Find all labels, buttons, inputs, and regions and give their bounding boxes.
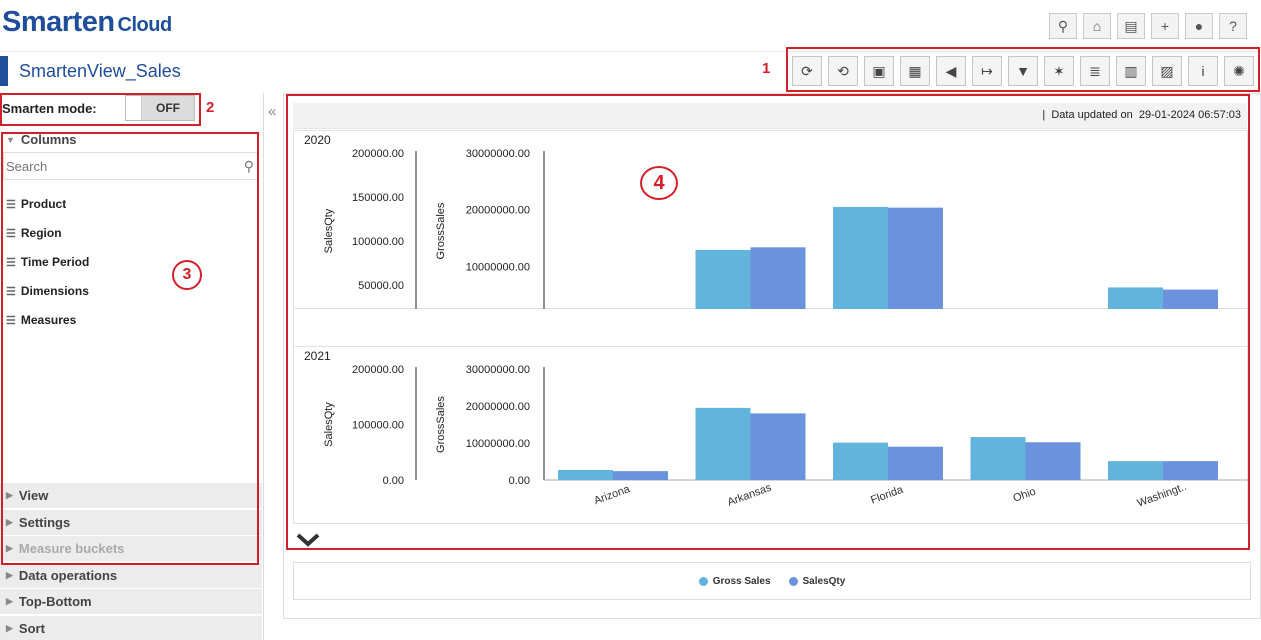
page-title: SmartenView_Sales [19, 60, 181, 81]
logo-text: Smarten [2, 6, 115, 38]
newspaper-icon[interactable]: ▥ [1116, 56, 1146, 86]
home-icon[interactable]: ⌂ [1083, 13, 1111, 39]
chart-highlight [286, 94, 1250, 550]
view-titlebar: SmartenView_Sales [0, 55, 181, 87]
view-toolbar: ⟳ ⟲ ▣ ▦ ◀ ↦ ▼ ✶ ≣ ▥ ▨ i ✺ [792, 56, 1254, 86]
refresh-icon[interactable]: ⟳ [792, 56, 822, 86]
save-icon[interactable]: ▣ [864, 56, 894, 86]
magic-wand-icon[interactable]: ✶ [1044, 56, 1074, 86]
toggle-knob [126, 96, 142, 120]
marker-2: 2 [206, 99, 215, 116]
globe-refresh-icon[interactable]: ⟲ [828, 56, 858, 86]
section-label: Data operations [18, 568, 118, 583]
double-chevron-left-icon[interactable]: « [268, 103, 276, 120]
legend-swatch [698, 576, 708, 586]
legend-swatch [788, 576, 798, 586]
section-label: Top-Bottom [18, 594, 92, 609]
legend-label: Gross Sales [712, 575, 771, 587]
image-icon[interactable]: ▨ [1152, 56, 1182, 86]
chart-legend: Gross Sales SalesQty [293, 562, 1251, 600]
gear-icon[interactable]: ✺ [1224, 56, 1254, 86]
toggle-state: OFF [142, 96, 194, 120]
plus-icon[interactable]: + [1151, 13, 1179, 39]
title-accent-bar [0, 56, 8, 86]
legend-item-gross-sales[interactable]: Gross Sales [698, 575, 771, 587]
export-icon[interactable]: ↦ [972, 56, 1002, 86]
smarten-mode-toggle[interactable]: OFF [125, 95, 195, 121]
logo-subtext: Cloud [117, 14, 173, 36]
save-as-icon[interactable]: ▦ [900, 56, 930, 86]
section-sort[interactable]: ▶ Sort [0, 616, 262, 640]
filter-icon[interactable]: ▼ [1008, 56, 1038, 86]
search-icon[interactable]: ⚲ [1049, 13, 1077, 39]
info-icon[interactable]: i [1188, 56, 1218, 86]
list-view-icon[interactable]: ≣ [1080, 56, 1110, 86]
sidebar-collapse[interactable]: « [263, 93, 283, 640]
header-actions: ⚲ ⌂ ▤ + ●? [1049, 13, 1247, 39]
help-icon[interactable]: ? [1219, 13, 1247, 39]
legend-item-salesqty[interactable]: SalesQty [788, 575, 846, 587]
chevron-down-icon[interactable] [295, 530, 321, 550]
sidebar-highlight [1, 132, 259, 565]
section-data-operations[interactable]: ▶ Data operations [0, 563, 262, 588]
legend-label: SalesQty [802, 575, 846, 587]
folder-open-icon[interactable]: ▤ [1117, 13, 1145, 39]
chevron-right-icon: ▶ [6, 570, 13, 580]
marker-1: 1 [762, 60, 771, 77]
app-logo: Smarten Cloud [2, 6, 172, 39]
chevron-right-icon: ▶ [6, 623, 13, 633]
section-label: Sort [18, 621, 45, 636]
smarten-mode-label: Smarten mode: [2, 101, 97, 116]
announce-icon[interactable]: ◀ [936, 56, 966, 86]
section-top-bottom[interactable]: ▶ Top-Bottom [0, 589, 262, 614]
chevron-right-icon: ▶ [6, 596, 13, 606]
user-icon[interactable]: ● [1185, 13, 1213, 39]
